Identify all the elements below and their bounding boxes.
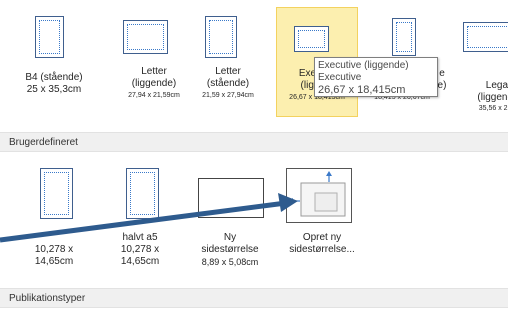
custom-size-halvt-a5[interactable]: halvt a5 10,278 x 14,65cm	[110, 160, 170, 275]
page-size-letter-portrait[interactable]: Letter (stående) 21,59 x 27,94cm	[192, 8, 264, 108]
page-thumbnail-icon	[35, 16, 64, 58]
page-thumbnail-icon	[126, 168, 159, 219]
page-size-letter-landscape[interactable]: Letter (liggende) 27,94 x 21,59cm	[118, 8, 190, 108]
size-dims: 8,89 x 5,08cm	[201, 257, 259, 267]
size-name-line1: Letter	[141, 66, 167, 77]
size-dims: 21,59 x 27,94cm	[202, 92, 254, 99]
size-name-line2: (liggende)	[131, 78, 177, 89]
size-name: halvt a5	[122, 232, 158, 243]
page-size-b4-portrait[interactable]: B4 (stående) 25 x 35,3cm	[24, 8, 84, 100]
size-dims-line2: 14,65cm	[120, 256, 160, 267]
size-name-line2: (stående)	[206, 78, 250, 89]
size-name-line1: Legal	[485, 80, 508, 91]
size-name-line1: Ny	[223, 232, 237, 243]
page-thumbnail-icon	[463, 22, 508, 52]
size-dims: 35,56 x 21,5	[478, 105, 508, 112]
page-size-legal-landscape[interactable]: Legal (liggende 35,56 x 21,5	[448, 8, 508, 112]
section-header-publication-types: Publikationstyper	[0, 288, 508, 308]
page-thumbnail-icon	[198, 178, 264, 218]
size-name: B4 (stående)	[25, 72, 83, 83]
size-dims-line2: 14,65cm	[34, 256, 74, 267]
create-new-page-size-button[interactable]: Opret ny sidestørrelse...	[278, 160, 366, 275]
tooltip: Executive (liggende) Executive 26,67 x 1…	[314, 57, 438, 97]
page-thumbnail-icon	[40, 168, 73, 219]
custom-size-ny-sidestoerrelse[interactable]: Ny sidestørrelse 8,89 x 5,08cm	[190, 160, 270, 275]
button-label-line1: Opret ny	[302, 232, 342, 243]
size-dims: 25 x 35,3cm	[26, 84, 82, 95]
page-thumbnail-icon	[123, 20, 168, 54]
tooltip-name: Executive	[318, 72, 362, 83]
page-thumbnail-icon	[205, 16, 237, 58]
page-thumbnail-icon	[392, 18, 416, 56]
size-name-line2: sidestørrelse	[201, 244, 259, 255]
size-dims: 27,94 x 21,59cm	[128, 92, 180, 99]
page-thumbnail-icon	[294, 26, 329, 52]
tooltip-title: Executive (liggende)	[318, 60, 409, 71]
button-label-line2: sidestørrelse...	[289, 244, 355, 255]
size-dims-line1: 10,278 x	[34, 244, 74, 255]
size-dims-line1: 10,278 x	[120, 244, 160, 255]
size-name-line2: (liggende	[477, 92, 508, 103]
size-name-line1: Letter	[215, 66, 241, 77]
section-header-custom: Brugerdefineret	[0, 132, 508, 152]
custom-size-1[interactable]: 10,278 x 14,65cm	[24, 160, 84, 275]
create-page-size-icon	[286, 168, 352, 223]
tooltip-dims: 26,67 x 18,415cm	[318, 84, 406, 96]
